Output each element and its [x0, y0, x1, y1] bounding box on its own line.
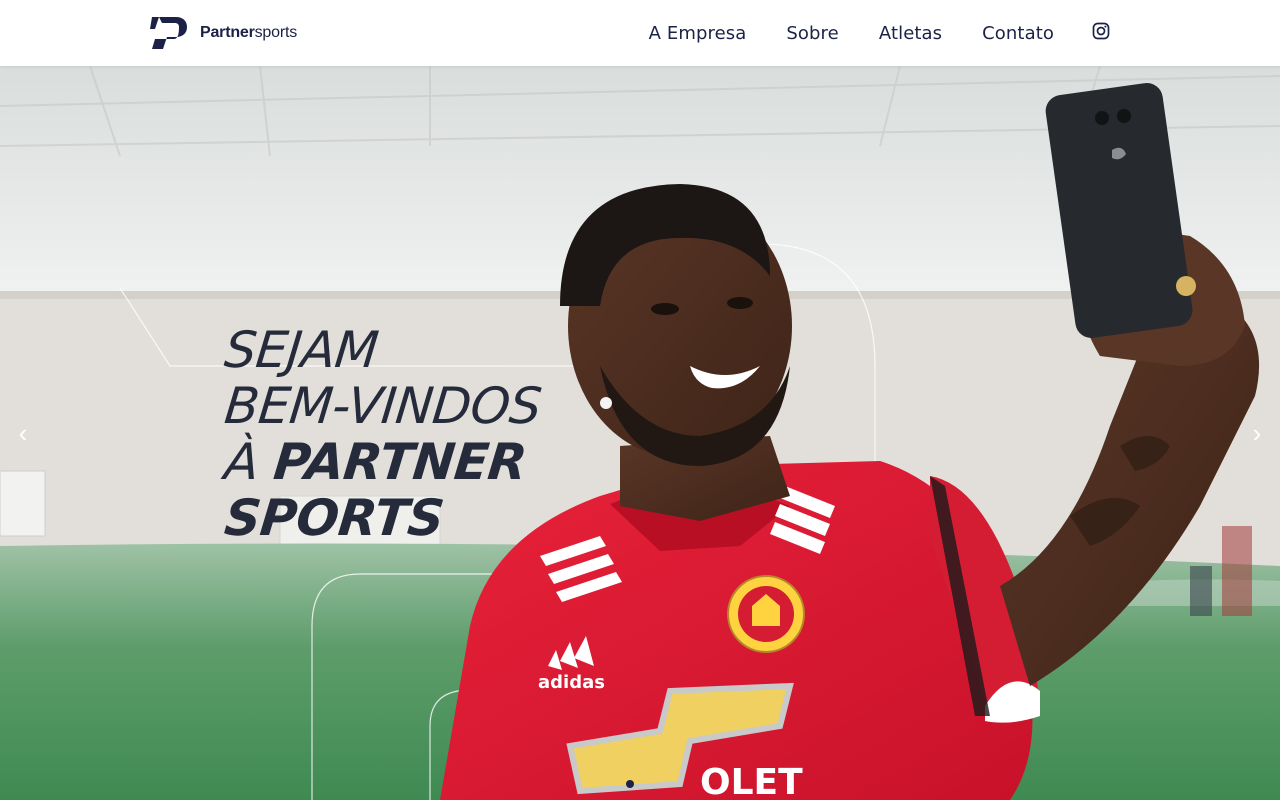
- brand-logo[interactable]: Partnersports: [150, 15, 297, 51]
- chevron-left-icon: ‹: [18, 418, 28, 448]
- nav-item-contato[interactable]: Contato: [982, 23, 1054, 44]
- carousel-dot[interactable]: [626, 780, 634, 788]
- carousel-indicators: [626, 780, 642, 788]
- headline-line-4: SPORTS: [221, 489, 447, 547]
- brand-name: Partnersports: [200, 24, 297, 41]
- nav-item-sobre[interactable]: Sobre: [786, 23, 838, 44]
- main-nav: A Empresa Sobre Atletas Contato: [649, 0, 1110, 66]
- site-header: Partnersports A Empresa Sobre Atletas Co…: [0, 0, 1280, 66]
- hero-photo: OLET adidas: [0, 66, 1280, 800]
- chevron-right-icon: ›: [1252, 418, 1262, 448]
- headline-line-1: SEJAM: [221, 321, 381, 379]
- carousel-next-button[interactable]: ›: [1242, 418, 1272, 448]
- hero-carousel: OLET adidas SEJAM BEM-VINDOS À PARTNER S…: [0, 66, 1280, 800]
- logo-p-mark-icon: [150, 17, 187, 49]
- instagram-icon[interactable]: [1092, 22, 1110, 40]
- headline-line-2: BEM-VINDOS: [221, 377, 544, 435]
- carousel-prev-button[interactable]: ‹: [8, 418, 38, 448]
- hero-headline: SEJAM BEM-VINDOS À PARTNER SPORTS: [222, 321, 544, 547]
- svg-text:OLET: OLET: [700, 762, 803, 800]
- headline-line-3: À PARTNER: [221, 433, 530, 491]
- nav-item-a-empresa[interactable]: A Empresa: [649, 23, 747, 44]
- nav-item-atletas[interactable]: Atletas: [879, 23, 942, 44]
- svg-text:adidas: adidas: [538, 672, 605, 693]
